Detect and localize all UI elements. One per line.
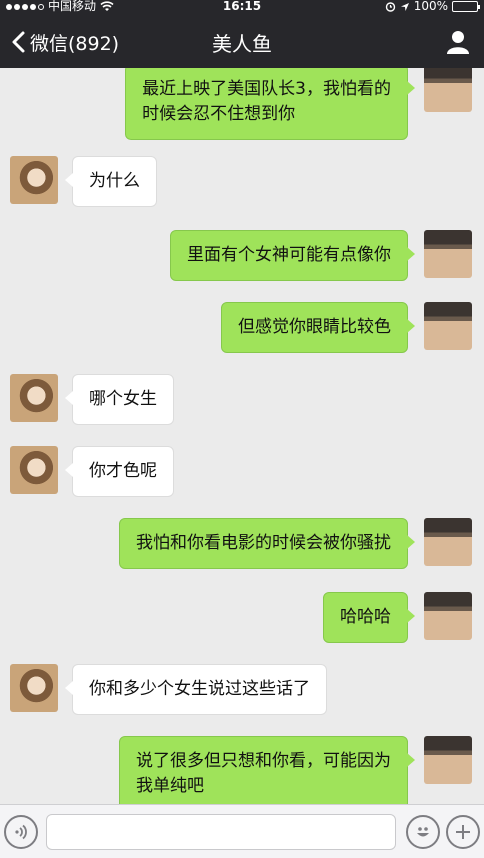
my-avatar[interactable] [424,230,472,278]
contact-avatar[interactable] [10,156,58,204]
my-avatar[interactable] [424,518,472,566]
my-avatar[interactable] [424,736,472,784]
my-avatar[interactable] [424,68,472,112]
message-list[interactable]: 最近上映了美国队长3，我怕看的 时候会忍不住想到你 为什么 里面有个女神可能有点… [0,68,484,804]
status-right: 100% [385,0,480,13]
contact-avatar[interactable] [10,374,58,422]
message-bubble-received[interactable]: 你和多少个女生说过这些话了 [65,664,327,715]
message-bubble-received[interactable]: 你才色呢 [65,446,174,497]
message-bubble-sent[interactable]: 我怕和你看电影的时候会被你骚扰 [119,518,415,569]
plus-icon [456,825,470,839]
my-avatar[interactable] [424,592,472,640]
battery-icon [452,1,480,12]
my-avatar[interactable] [424,302,472,350]
chat-title: 美人鱼 [212,32,272,56]
voice-button[interactable] [4,815,38,849]
message-bubble-sent[interactable]: 但感觉你眼睛比较色 [221,302,415,353]
nav-bar: 微信(892) 美人鱼 [0,16,484,68]
message-bubble-sent[interactable]: 里面有个女神可能有点像你 [170,230,415,281]
input-bar [0,804,484,858]
status-bar: 中国移动 16:15 100% [0,0,484,14]
top-bar: 中国移动 16:15 100% 微信(892) 美人鱼 [0,0,484,68]
message-bubble-sent[interactable]: 最近上映了美国队长3，我怕看的 时候会忍不住想到你 [125,68,415,140]
emoji-icon [417,827,429,837]
message-bubble-sent[interactable]: 说了很多但只想和你看，可能因为 我单纯吧 [119,736,415,804]
contact-info-icon[interactable] [444,28,472,56]
voice-icon [15,824,27,840]
message-input[interactable] [46,814,396,850]
message-bubble-received[interactable]: 哪个女生 [65,374,174,425]
alarm-icon [385,2,395,12]
message-bubble-sent[interactable]: 哈哈哈 [323,592,415,643]
message-bubble-received[interactable]: 为什么 [65,156,157,207]
battery-percent: 100% [413,0,448,13]
contact-avatar[interactable] [10,446,58,494]
emoji-button[interactable] [406,815,440,849]
more-button[interactable] [446,815,480,849]
location-icon [400,2,409,11]
contact-avatar[interactable] [10,664,58,712]
